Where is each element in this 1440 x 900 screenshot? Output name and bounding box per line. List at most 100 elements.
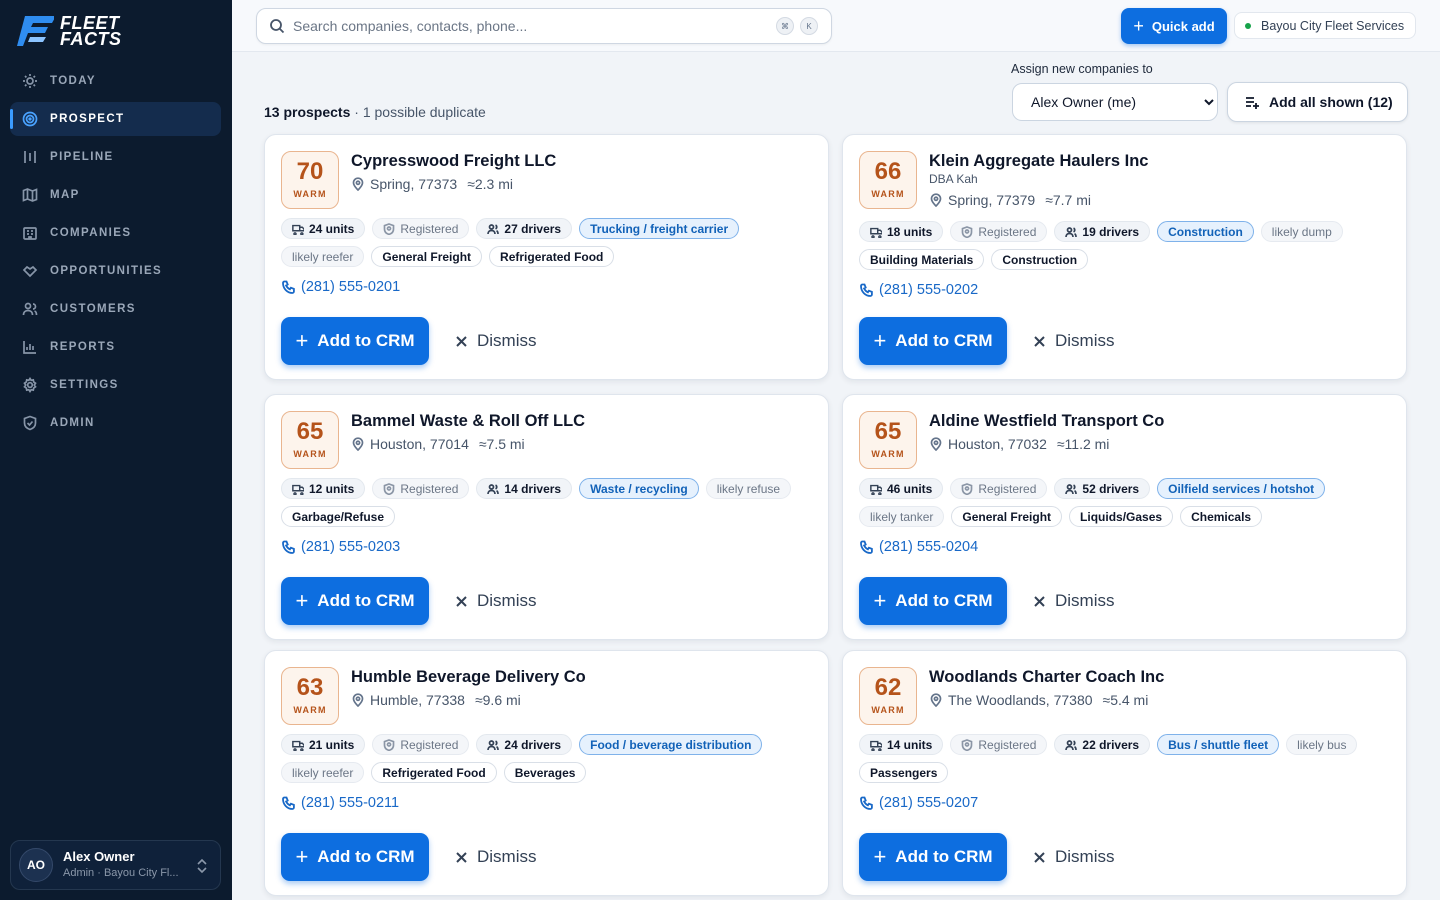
phone-link[interactable]: (281) 555-0211: [281, 795, 399, 811]
prospect-card: 65 WARM Bammel Waste & Roll Off LLC Houston…: [264, 394, 829, 640]
add-to-crm-button[interactable]: + Add to CRM: [281, 577, 429, 625]
map-pin-icon: [930, 437, 942, 451]
score-value: 70: [296, 158, 324, 185]
industry-chip: Construction: [1157, 221, 1254, 242]
sidebar-item-opportunities[interactable]: OPPORTUNITIES: [10, 254, 221, 288]
users-icon: [1065, 226, 1078, 237]
sidebar-item-settings[interactable]: SETTINGS: [10, 368, 221, 402]
industry-chip: Food / beverage distribution: [579, 734, 763, 755]
company-distance: ≈5.4 mi: [1102, 692, 1149, 708]
phone-link[interactable]: (281) 555-0204: [859, 539, 978, 555]
add-to-crm-button[interactable]: + Add to CRM: [859, 317, 1007, 365]
score-temperature: WARM: [293, 449, 327, 459]
bar-chart-icon: [23, 341, 36, 354]
plus-icon: +: [873, 844, 887, 869]
company-distance: ≈11.2 mi: [1056, 436, 1110, 452]
quick-add-button[interactable]: + Quick add: [1121, 8, 1227, 44]
cargo-tag-chip: Passengers: [859, 762, 949, 783]
company-distance: ≈2.3 mi: [467, 176, 513, 192]
truck-icon: [292, 484, 304, 495]
dismiss-button[interactable]: Dismiss: [1033, 833, 1115, 881]
phone-link[interactable]: (281) 555-0202: [859, 282, 978, 298]
plus-icon: +: [295, 328, 309, 353]
score-value: 65: [296, 418, 324, 445]
dismiss-button[interactable]: Dismiss: [1033, 317, 1115, 365]
sun-icon: [23, 74, 37, 88]
drivers-chip: 19 drivers: [1054, 221, 1151, 242]
company-name[interactable]: Humble Beverage Delivery Co: [351, 668, 586, 687]
chip-list: 24 units Registered 27 drivers Trucking / f…: [281, 218, 811, 267]
cargo-tag-chip: Refrigerated Food: [371, 762, 497, 783]
truck-icon: [870, 484, 882, 495]
drivers-chip: 14 drivers: [476, 478, 573, 499]
add-to-crm-button[interactable]: + Add to CRM: [281, 833, 429, 881]
sidebar-item-today[interactable]: TODAY: [10, 64, 221, 98]
org-badge[interactable]: Bayou City Fleet Services: [1234, 12, 1416, 39]
truck-icon: [292, 224, 304, 235]
users-icon: [1065, 483, 1078, 494]
score-temperature: WARM: [293, 705, 327, 715]
sidebar-item-label: SETTINGS: [50, 379, 119, 391]
company-name[interactable]: Klein Aggregate Haulers Inc: [929, 152, 1148, 171]
registered-chip: Registered: [950, 478, 1048, 499]
prospect-card: 63 WARM Humble Beverage Delivery Co Humble,…: [264, 650, 829, 896]
close-icon: [1034, 851, 1045, 863]
sidebar-item-companies[interactable]: COMPANIES: [10, 216, 221, 250]
dismiss-button[interactable]: Dismiss: [455, 833, 537, 881]
chip-list: 12 units Registered 14 drivers Waste / recy…: [281, 478, 811, 527]
pipeline-icon: [24, 151, 36, 163]
drivers-chip: 52 drivers: [1054, 478, 1151, 499]
sidebar-item-label: COMPANIES: [50, 227, 132, 239]
add-to-crm-button[interactable]: + Add to CRM: [859, 577, 1007, 625]
cargo-tag-chip: Beverages: [503, 762, 587, 783]
phone-link[interactable]: (281) 555-0203: [281, 539, 400, 555]
map-pin-icon: [352, 693, 364, 707]
brand-wordmark: FLEET FACTS: [60, 13, 122, 49]
company-name[interactable]: Woodlands Charter Coach Inc: [929, 668, 1164, 687]
company-name[interactable]: Aldine Westfield Transport Co: [929, 412, 1164, 431]
chip-list: 14 units Registered 22 drivers Bus / shuttl…: [859, 734, 1389, 783]
sidebar-item-reports[interactable]: REPORTS: [10, 330, 221, 364]
user-menu[interactable]: AO Alex Owner Admin · Bayou City Fl...: [10, 840, 221, 890]
company-name[interactable]: Bammel Waste & Roll Off LLC: [351, 412, 585, 431]
assign-owner-select[interactable]: Alex Owner (me): [1012, 83, 1218, 121]
brand-logo[interactable]: FLEET FACTS: [16, 12, 136, 50]
sidebar-item-label: ADMIN: [50, 417, 95, 429]
company-name[interactable]: Cypresswood Freight LLC: [351, 152, 556, 171]
registered-chip: Registered: [950, 221, 1048, 242]
dismiss-button[interactable]: Dismiss: [1033, 577, 1115, 625]
add-to-crm-button[interactable]: + Add to CRM: [281, 317, 429, 365]
company-location: Humble, 77338 ≈9.6 mi: [351, 692, 521, 708]
shield-icon: [23, 415, 37, 431]
industry-chip: Trucking / freight carrier: [579, 218, 740, 239]
close-icon: [1034, 595, 1045, 607]
phone-link[interactable]: (281) 555-0207: [859, 795, 978, 811]
phone-link[interactable]: (281) 555-0201: [281, 279, 400, 295]
add-to-crm-button[interactable]: + Add to CRM: [859, 833, 1007, 881]
chip-list: 21 units Registered 24 drivers Food / bever…: [281, 734, 811, 783]
building-icon: [23, 227, 37, 240]
score-temperature: WARM: [871, 189, 905, 199]
likely-vehicle-chip: likely reefer: [281, 762, 365, 783]
sidebar-item-prospect[interactable]: PROSPECT: [10, 102, 221, 136]
sidebar-item-pipeline[interactable]: PIPELINE: [10, 140, 221, 174]
add-all-shown-button[interactable]: Add all shown (12): [1227, 82, 1408, 122]
sidebar: FLEET FACTS TODAY PROSPECT PIPELINE MAP COMP…: [0, 0, 232, 900]
company-city: Spring, 77379: [948, 192, 1036, 208]
sidebar-item-customers[interactable]: CUSTOMERS: [10, 292, 221, 326]
sidebar-item-label: TODAY: [50, 75, 96, 87]
search-input[interactable]: [293, 18, 763, 34]
likely-vehicle-chip: likely tanker: [859, 506, 945, 527]
dismiss-button[interactable]: Dismiss: [455, 577, 537, 625]
drivers-chip: 22 drivers: [1054, 734, 1151, 755]
users-icon: [1065, 739, 1078, 750]
sidebar-item-admin[interactable]: ADMIN: [10, 406, 221, 440]
kbd-k: K: [800, 17, 818, 35]
avatar: AO: [19, 848, 53, 882]
sidebar-item-label: CUSTOMERS: [50, 303, 136, 315]
search-icon: [270, 19, 285, 34]
company-city: The Woodlands, 77380: [948, 692, 1093, 708]
search-box[interactable]: ⌘ K: [256, 8, 832, 44]
dismiss-button[interactable]: Dismiss: [455, 317, 537, 365]
sidebar-item-map[interactable]: MAP: [10, 178, 221, 212]
